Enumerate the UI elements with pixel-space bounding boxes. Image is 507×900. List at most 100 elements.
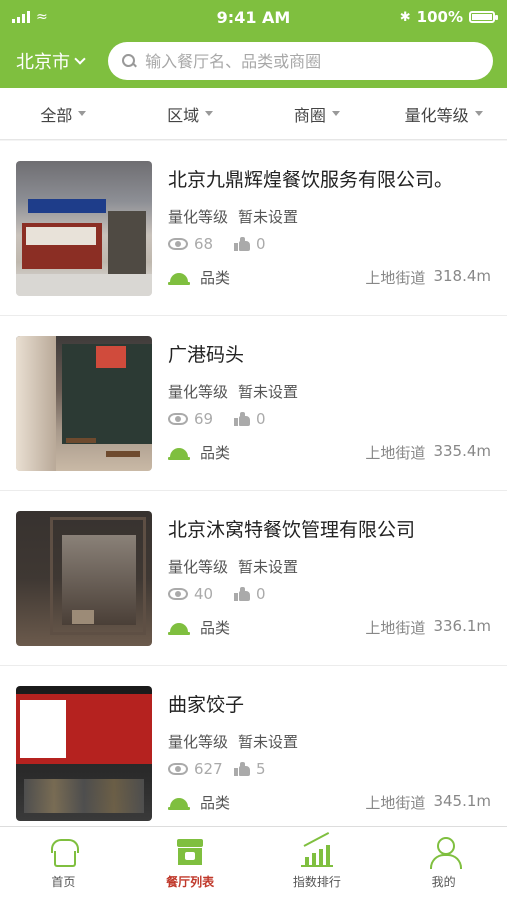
tab-home[interactable]: 首页	[0, 827, 127, 900]
location: 上地街道 345.1m	[365, 792, 491, 813]
grade-row: 量化等级 暂未设置	[168, 731, 491, 752]
view-count: 69	[194, 410, 214, 428]
view-count: 627	[194, 760, 223, 778]
category: 品类	[168, 617, 230, 638]
location: 上地街道 335.4m	[365, 442, 491, 463]
eye-icon	[168, 413, 188, 425]
category: 品类	[168, 442, 230, 463]
grade-row: 量化等级 暂未设置	[168, 556, 491, 577]
storefront-icon	[174, 837, 206, 867]
view-count: 68	[194, 235, 214, 253]
distance: 336.1m	[433, 617, 491, 635]
chevron-down-icon	[74, 52, 86, 65]
restaurant-list: 北京九鼎辉煌餐饮服务有限公司。 量化等级 暂未设置 68 0 品类 上地街道 3…	[0, 141, 507, 826]
filter-label: 全部	[40, 105, 73, 125]
like-count: 0	[256, 585, 266, 603]
thumbs-up-icon	[234, 762, 250, 776]
street-name: 上地街道	[365, 269, 426, 287]
category-label: 品类	[200, 794, 231, 812]
restaurant-card[interactable]: 北京沐窝特餐饮管理有限公司 量化等级 暂未设置 40 0 品类 上地街道 336…	[0, 491, 507, 666]
restaurant-card[interactable]: 广港码头 量化等级 暂未设置 69 0 品类 上地街道 335.4m	[0, 316, 507, 491]
restaurant-name: 曲家饺子	[168, 694, 245, 716]
distance: 335.4m	[433, 442, 491, 460]
stats-row: 627 5	[168, 760, 491, 778]
grade-value: 暂未设置	[238, 558, 299, 576]
filter-grade[interactable]: 量化等级	[380, 102, 507, 126]
stats-row: 68 0	[168, 235, 491, 253]
restaurant-name: 北京沐窝特餐饮管理有限公司	[168, 519, 416, 541]
street-name: 上地街道	[365, 619, 426, 637]
filter-area[interactable]: 区域	[127, 102, 254, 126]
location: 上地街道 336.1m	[365, 617, 491, 638]
thumbs-up-icon	[234, 587, 250, 601]
search-icon	[122, 54, 136, 68]
tab-restaurant-list[interactable]: 餐厅列表	[127, 827, 254, 900]
grade-row: 量化等级 暂未设置	[168, 206, 491, 227]
distance: 318.4m	[433, 267, 491, 285]
restaurant-name: 广港码头	[168, 344, 245, 366]
distance: 345.1m	[433, 792, 491, 810]
restaurant-name: 北京九鼎辉煌餐饮服务有限公司。	[168, 169, 454, 191]
grade-value: 暂未设置	[238, 733, 299, 751]
grade-label: 量化等级	[168, 558, 229, 576]
dropdown-arrow-icon	[78, 111, 87, 116]
filter-all[interactable]: 全部	[0, 102, 127, 126]
eye-icon	[168, 763, 188, 775]
view-count: 40	[194, 585, 214, 603]
user-icon	[428, 837, 462, 869]
search-box[interactable]	[108, 42, 493, 80]
restaurant-card[interactable]: 北京九鼎辉煌餐饮服务有限公司。 量化等级 暂未设置 68 0 品类 上地街道 3…	[0, 141, 507, 316]
grade-row: 量化等级 暂未设置	[168, 381, 491, 402]
search-input[interactable]	[145, 51, 479, 71]
grade-label: 量化等级	[168, 733, 229, 751]
tab-ranking[interactable]: 指数排行	[254, 827, 381, 900]
street-name: 上地街道	[365, 794, 426, 812]
city-selector[interactable]: 北京市	[16, 48, 108, 74]
tab-bar: 首页 餐厅列表 指数排行 我的	[0, 826, 507, 900]
category: 品类	[168, 792, 230, 813]
stats-row: 69 0	[168, 410, 491, 428]
category-label: 品类	[200, 444, 231, 462]
grade-label: 量化等级	[168, 208, 229, 226]
grade-value: 暂未设置	[238, 208, 299, 226]
tab-label: 我的	[431, 875, 456, 889]
ranking-chart-icon	[300, 831, 333, 867]
stats-row: 40 0	[168, 585, 491, 603]
grade-value: 暂未设置	[238, 383, 299, 401]
restaurant-card[interactable]: 曲家饺子 量化等级 暂未设置 627 5 品类 上地街道 345.1m	[0, 666, 507, 826]
city-name: 北京市	[16, 52, 70, 73]
eye-icon	[168, 588, 188, 600]
filter-label: 量化等级	[404, 105, 469, 125]
cloche-icon	[168, 271, 190, 285]
restaurant-photo	[16, 336, 152, 471]
category-label: 品类	[200, 269, 231, 287]
like-count: 0	[256, 410, 266, 428]
street-name: 上地街道	[365, 444, 426, 462]
app-header: ≈ 9:41 AM ✱ 100% 北京市	[0, 0, 507, 88]
category: 品类	[168, 267, 230, 288]
dropdown-arrow-icon	[205, 111, 214, 116]
category-label: 品类	[200, 619, 231, 637]
restaurant-photo	[16, 511, 152, 646]
filter-business-district[interactable]: 商圈	[254, 102, 381, 126]
status-bar: ≈ 9:41 AM ✱ 100%	[0, 0, 507, 34]
tab-label: 餐厅列表	[166, 875, 215, 889]
tab-profile[interactable]: 我的	[380, 827, 507, 900]
filter-bar: 全部 区域 商圈 量化等级	[0, 88, 507, 140]
like-count: 5	[256, 760, 266, 778]
cloche-icon	[168, 796, 190, 810]
restaurant-photo	[16, 686, 152, 821]
eye-icon	[168, 238, 188, 250]
restaurant-photo	[16, 161, 152, 296]
tab-label: 首页	[51, 875, 76, 889]
thumbs-up-icon	[234, 412, 250, 426]
chef-hat-icon	[47, 837, 80, 867]
status-time: 9:41 AM	[216, 8, 291, 27]
location: 上地街道 318.4m	[365, 267, 491, 288]
like-count: 0	[256, 235, 266, 253]
filter-label: 区域	[167, 105, 200, 125]
battery-icon	[469, 11, 498, 23]
dropdown-arrow-icon	[474, 111, 483, 116]
tab-label: 指数排行	[292, 875, 341, 889]
filter-label: 商圈	[293, 105, 326, 125]
